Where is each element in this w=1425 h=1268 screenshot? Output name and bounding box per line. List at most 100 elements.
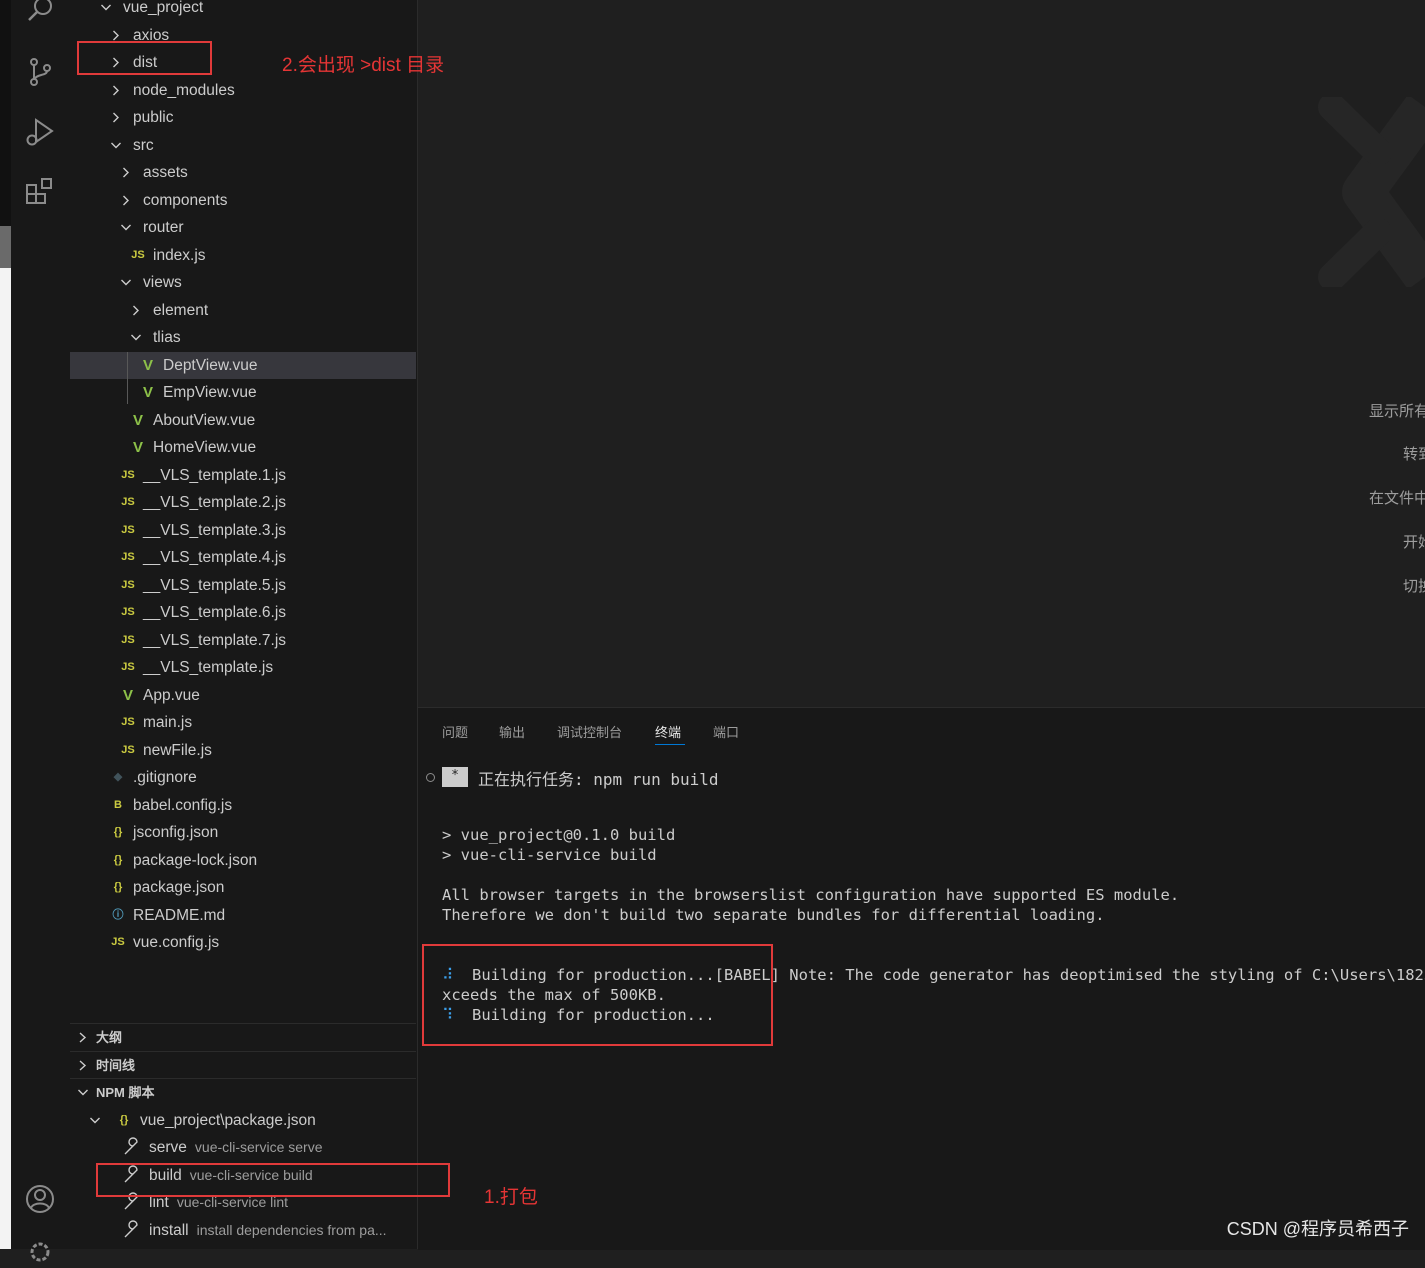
- folder-item[interactable]: assets: [70, 159, 416, 186]
- task-status-circle-icon: [426, 773, 435, 782]
- file-item[interactable]: V EmpView.vue: [70, 379, 416, 406]
- chevron-down-icon: [76, 1079, 90, 1106]
- tree-item-label: babel.config.js: [133, 796, 233, 814]
- chevron-down-icon: [129, 324, 143, 351]
- file-item[interactable]: JS __VLS_template.1.js: [70, 462, 416, 489]
- file-item[interactable]: {} package-lock.json: [70, 847, 416, 874]
- tree-item-label: components: [143, 191, 228, 209]
- tree-item-label: EmpView.vue: [163, 384, 257, 401]
- tree-item-label: main.js: [143, 714, 193, 731]
- folder-item[interactable]: router: [70, 214, 416, 241]
- tab-output[interactable]: 输出: [499, 722, 525, 741]
- npm-package-label: vue_project\package.json: [140, 1112, 316, 1129]
- tab-terminal[interactable]: 终端: [655, 722, 681, 741]
- tree-item-label: vue_project: [123, 0, 204, 16]
- file-item[interactable]: {} jsconfig.json: [70, 819, 416, 846]
- tree-item-label: jsconfig.json: [133, 824, 219, 841]
- folder-item[interactable]: src: [70, 132, 416, 159]
- file-item[interactable]: JS __VLS_template.7.js: [70, 627, 416, 654]
- tree-item-label: HomeView.vue: [153, 439, 257, 456]
- file-item[interactable]: JS __VLS_template.2.js: [70, 489, 416, 516]
- file-item[interactable]: ⓘ README.md: [70, 902, 416, 929]
- js-file-icon: JS: [121, 633, 135, 646]
- info-file-icon: ⓘ: [112, 908, 124, 921]
- json-file-icon: {}: [119, 1114, 129, 1126]
- folder-item[interactable]: tlias: [70, 324, 416, 351]
- js-file-icon: JS: [111, 936, 125, 948]
- npm-scripts-section-header[interactable]: NPM 脚本: [70, 1078, 416, 1106]
- babel-file-icon: B: [114, 798, 122, 811]
- npm-script-name: serve vue-cli-service serve: [149, 1139, 323, 1156]
- tab-ports[interactable]: 端口: [713, 722, 739, 741]
- json-file-icon: {}: [113, 853, 123, 866]
- editor-area: 显示所有 转到 在文件中 开始 切换: [418, 0, 1425, 706]
- file-item[interactable]: JS newFile.js: [70, 737, 416, 764]
- file-item[interactable]: V HomeView.vue: [70, 434, 416, 461]
- chevron-right-icon: [119, 187, 133, 214]
- npm-script-command: install dependencies from pa...: [196, 1221, 387, 1238]
- chevron-right-icon: [109, 104, 123, 131]
- file-item[interactable]: V AboutView.vue: [70, 407, 416, 434]
- chevron-right-icon: [109, 77, 123, 104]
- file-item[interactable]: {} package.json: [70, 874, 416, 901]
- vue-file-icon: V: [122, 686, 133, 704]
- watermark: CSDN @程序员希西子: [1226, 1219, 1409, 1239]
- npm-script-serve[interactable]: serve vue-cli-service serve: [70, 1134, 416, 1161]
- terminal-line: > vue_project@0.1.0 build: [442, 826, 676, 844]
- source-control-icon[interactable]: [24, 56, 56, 88]
- terminal-line: > vue-cli-service build: [442, 846, 657, 864]
- tree-item-label: __VLS_template.4.js: [143, 549, 287, 566]
- settings-gear-icon[interactable]: [24, 1236, 56, 1268]
- js-file-icon: JS: [121, 523, 135, 536]
- file-item[interactable]: JS __VLS_template.3.js: [70, 517, 416, 544]
- tree-item-label: App.vue: [143, 686, 200, 704]
- npm-script-install[interactable]: install install dependencies from pa...: [70, 1217, 416, 1244]
- file-item[interactable]: V DeptView.vue: [70, 351, 416, 379]
- search-icon[interactable]: [24, 0, 56, 26]
- tab-problems[interactable]: 问题: [442, 722, 468, 741]
- tree-item-label: element: [153, 301, 209, 319]
- chevron-down-icon: [99, 0, 113, 21]
- folder-item[interactable]: node_modules: [70, 77, 416, 104]
- file-item[interactable]: JS __VLS_template.5.js: [70, 572, 416, 599]
- build-annotation: 1.打包: [484, 1187, 538, 1208]
- task-line: 正在执行任务: npm run build: [478, 770, 719, 789]
- file-item[interactable]: JS vue.config.js: [70, 929, 416, 956]
- tree-item-label: vue.config.js: [133, 934, 220, 951]
- file-item[interactable]: JS __VLS_template.6.js: [70, 599, 416, 626]
- file-item[interactable]: ◆ .gitignore: [70, 764, 416, 791]
- explorer-sidebar: vue_project axios dist node_modules public sr…: [70, 0, 418, 1249]
- file-item[interactable]: JS index.js: [70, 242, 416, 269]
- run-debug-icon[interactable]: [24, 116, 56, 148]
- vue-file-icon: V: [132, 439, 143, 456]
- folder-item[interactable]: views: [70, 269, 416, 296]
- js-file-icon: JS: [131, 248, 145, 261]
- tree-item-label: __VLS_template.2.js: [143, 494, 287, 511]
- chevron-right-icon: [129, 297, 143, 324]
- folder-item[interactable]: element: [70, 297, 416, 324]
- js-file-icon: JS: [121, 468, 135, 481]
- folder-item[interactable]: components: [70, 187, 416, 214]
- tree-item-label: AboutView.vue: [153, 411, 256, 429]
- account-icon[interactable]: [24, 1183, 56, 1215]
- file-item[interactable]: JS main.js: [70, 709, 416, 736]
- folder-item[interactable]: public: [70, 104, 416, 131]
- json-file-icon: {}: [113, 881, 123, 893]
- outline-section-header[interactable]: 大纲: [70, 1023, 416, 1051]
- timeline-section-header[interactable]: 时间线: [70, 1051, 416, 1079]
- file-item[interactable]: V App.vue: [70, 682, 416, 709]
- tree-item-label: views: [143, 274, 182, 291]
- file-item[interactable]: Bbabel.config.js: [70, 792, 416, 819]
- chevron-right-icon: [119, 159, 133, 186]
- extensions-icon[interactable]: [24, 176, 56, 208]
- file-item[interactable]: JS __VLS_template.4.js: [70, 544, 416, 571]
- tree-item-label: tlias: [153, 329, 181, 346]
- file-item[interactable]: JS __VLS_template.js: [70, 654, 416, 681]
- npm-package-item[interactable]: {} vue_project\package.json: [70, 1107, 416, 1134]
- npm-script-name: install install dependencies from pa...: [149, 1221, 387, 1239]
- activity-bar: [11, 0, 70, 1262]
- outline-section-label: 大纲: [96, 1030, 123, 1045]
- tab-debug-console[interactable]: 调试控制台: [557, 722, 622, 741]
- window-edge: [0, 0, 11, 226]
- folder-item[interactable]: vue_project: [70, 0, 416, 21]
